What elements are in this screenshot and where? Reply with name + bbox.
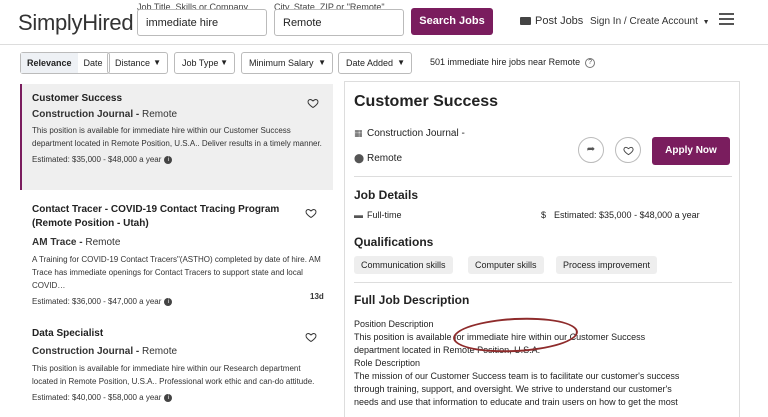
company-name: AM Trace (32, 237, 77, 248)
post-jobs-label: Post Jobs (535, 15, 584, 27)
share-button[interactable]: ➦ (578, 137, 604, 163)
help-icon[interactable]: ? (585, 57, 596, 68)
salary-text: Estimated: $40,000 - $58,000 a year (32, 393, 162, 402)
job-snippet: This position is available for immediate… (32, 364, 315, 386)
distance-dropdown[interactable]: Distance ▼ (107, 52, 168, 74)
full-description-heading: Full Job Description (354, 293, 470, 307)
desc-line: through training, support, and oversight… (354, 384, 672, 394)
qualification-tag: Communication skills (354, 256, 453, 274)
detail-company-name: Construction Journal - (367, 128, 465, 139)
header-divider (0, 44, 768, 45)
job-snippet: This position is available for immediate… (32, 126, 322, 148)
job-title[interactable]: Customer Success (32, 92, 323, 106)
job-details-heading: Job Details (354, 188, 419, 202)
job-snippet: A Training for COVID-19 Contact Tracers"… (32, 255, 321, 290)
chevron-down-icon: ▼ (397, 58, 405, 67)
job-detail-pane: Customer Success ▦ Construction Journal -… (344, 81, 740, 417)
desc-line: needs and use that information to educat… (354, 397, 678, 407)
sort-toggle: Relevance Date (20, 52, 110, 74)
detail-salary-text: Estimated: $35,000 - $48,000 a year (554, 210, 700, 220)
job-title[interactable]: Data Specialist (32, 327, 321, 341)
divider (354, 282, 732, 283)
signin-link[interactable]: Sign In / Create Account ▼ (590, 16, 710, 27)
salary-text: Estimated: $35,000 - $48,000 a year (32, 155, 162, 164)
post-jobs-link[interactable]: Post Jobs (520, 15, 583, 27)
company-name: Construction Journal (32, 109, 134, 120)
min-salary-label: Minimum Salary (249, 58, 314, 68)
heart-icon[interactable] (305, 331, 317, 343)
detail-title: Customer Success (354, 93, 499, 110)
job-type-label: Job Type (182, 58, 219, 68)
job-type: ▬ Full-time (354, 210, 402, 220)
share-icon: ➦ (586, 144, 596, 155)
qualifications-heading: Qualifications (354, 235, 434, 249)
location-pin-icon: ⬤ (354, 153, 365, 163)
job-card[interactable]: Customer Success Construction Journal - … (20, 84, 333, 190)
job-salary: Estimated: $35,000 - $48,000 a year i (32, 154, 323, 166)
briefcase-icon: ▬ (354, 210, 363, 220)
detail-location-text: Remote (367, 153, 403, 164)
job-company: AM Trace - Remote (32, 237, 121, 248)
detail-salary: $ Estimated: $35,000 - $48,000 a year (541, 210, 700, 220)
briefcase-icon (520, 17, 531, 25)
qualification-tag: Computer skills (468, 256, 544, 274)
distance-label: Distance (115, 58, 151, 68)
job-card[interactable]: Data Specialist Construction Journal - R… (20, 324, 333, 417)
divider (354, 176, 732, 177)
desc-line: The mission of our Customer Success team… (354, 371, 680, 381)
menu-icon[interactable] (719, 13, 734, 25)
sort-relevance-button[interactable]: Relevance (21, 53, 78, 73)
result-count-text: 501 immediate hire jobs near Remote (430, 57, 581, 67)
detail-location: ⬤ Remote (354, 153, 402, 164)
info-icon[interactable]: i (164, 155, 173, 164)
job-company: Construction Journal - Remote (32, 346, 178, 357)
heart-icon[interactable] (307, 97, 319, 109)
job-salary: Estimated: $40,000 - $58,000 a year i (32, 392, 321, 404)
info-icon[interactable]: i (164, 297, 173, 306)
job-location: Remote (142, 109, 178, 120)
company-name: Construction Journal (32, 346, 134, 357)
save-job-button[interactable] (615, 137, 641, 163)
apply-now-button[interactable]: Apply Now (652, 137, 730, 165)
heart-icon (622, 146, 634, 156)
job-age: 13d (310, 292, 324, 301)
detail-company[interactable]: ▦ Construction Journal - (354, 128, 465, 139)
search-button[interactable]: Search Jobs (411, 8, 493, 35)
header: SimplyHired Job Title, Skills or Company… (0, 0, 768, 44)
desc-line: Role Description (354, 358, 421, 368)
min-salary-dropdown[interactable]: Minimum Salary ▼ (241, 52, 333, 74)
sort-date-button[interactable]: Date (78, 53, 109, 73)
job-type-text: Full-time (367, 210, 402, 220)
chevron-down-icon: ▼ (220, 58, 228, 67)
chevron-down-icon: ▼ (702, 19, 710, 26)
logo[interactable]: SimplyHired (18, 10, 134, 36)
qualification-tag: Process improvement (556, 256, 658, 274)
job-title-input[interactable]: immediate hire (137, 9, 267, 36)
job-card[interactable]: Contact Tracer - COVID-19 Contact Tracin… (20, 200, 333, 310)
chevron-down-icon: ▼ (153, 58, 161, 67)
info-icon[interactable]: i (164, 393, 173, 402)
date-added-label: Date Added (346, 58, 394, 68)
signin-label: Sign In / Create Account (590, 16, 698, 27)
job-type-dropdown[interactable]: Job Type ▼ (174, 52, 235, 74)
result-count: 501 immediate hire jobs near Remote? (430, 57, 596, 68)
dollar-icon: $ (541, 210, 547, 220)
job-location: Remote (85, 237, 121, 248)
job-title[interactable]: Contact Tracer - COVID-19 Contact Tracin… (32, 203, 307, 231)
job-company: Construction Journal - Remote (32, 109, 178, 120)
salary-text: Estimated: $36,000 - $47,000 a year (32, 297, 162, 306)
heart-icon[interactable] (305, 207, 317, 219)
job-location: Remote (142, 346, 178, 357)
chevron-down-icon: ▼ (318, 58, 326, 67)
job-salary: Estimated: $36,000 - $47,000 a year i (32, 296, 321, 308)
building-icon: ▦ (354, 128, 363, 138)
location-input[interactable]: Remote (274, 9, 404, 36)
date-added-dropdown[interactable]: Date Added ▼ (338, 52, 412, 74)
